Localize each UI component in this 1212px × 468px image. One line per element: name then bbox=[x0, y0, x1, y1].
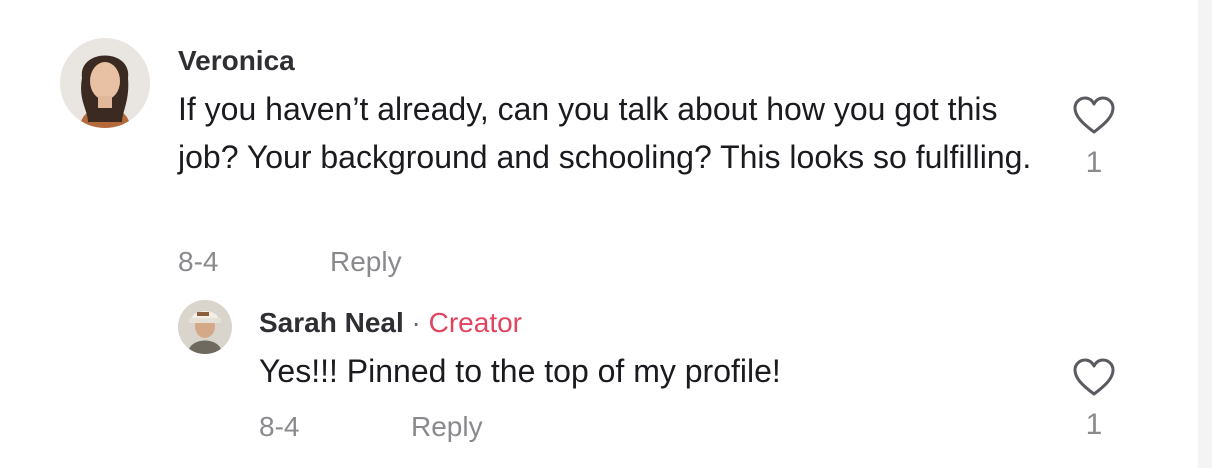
reply-username[interactable]: Sarah Neal · Creator bbox=[259, 307, 522, 339]
comment-date: 8-4 bbox=[178, 246, 219, 277]
like-button[interactable] bbox=[1072, 96, 1116, 136]
heart-outline-icon bbox=[1072, 96, 1116, 140]
scrollbar-track[interactable] bbox=[1198, 0, 1212, 468]
comment-text: If you haven’t already, can you talk abo… bbox=[178, 91, 1032, 175]
like-count: 1 bbox=[1085, 408, 1103, 441]
reply-username-text[interactable]: Sarah Neal bbox=[259, 307, 404, 338]
separator-dot: · bbox=[411, 307, 421, 338]
reply-button[interactable]: Reply bbox=[330, 246, 402, 278]
avatar[interactable] bbox=[60, 38, 150, 128]
reply-date: 8-4 bbox=[259, 411, 300, 442]
avatar[interactable] bbox=[178, 300, 232, 354]
creator-badge: Creator bbox=[428, 307, 523, 338]
like-button[interactable] bbox=[1072, 358, 1116, 398]
reply-text: Yes!!! Pinned to the top of my profile! bbox=[259, 353, 781, 389]
comment-username[interactable]: Veronica bbox=[178, 45, 295, 77]
heart-outline-icon bbox=[1072, 358, 1116, 402]
like-count: 1 bbox=[1085, 146, 1103, 179]
reply-button[interactable]: Reply bbox=[411, 411, 483, 443]
